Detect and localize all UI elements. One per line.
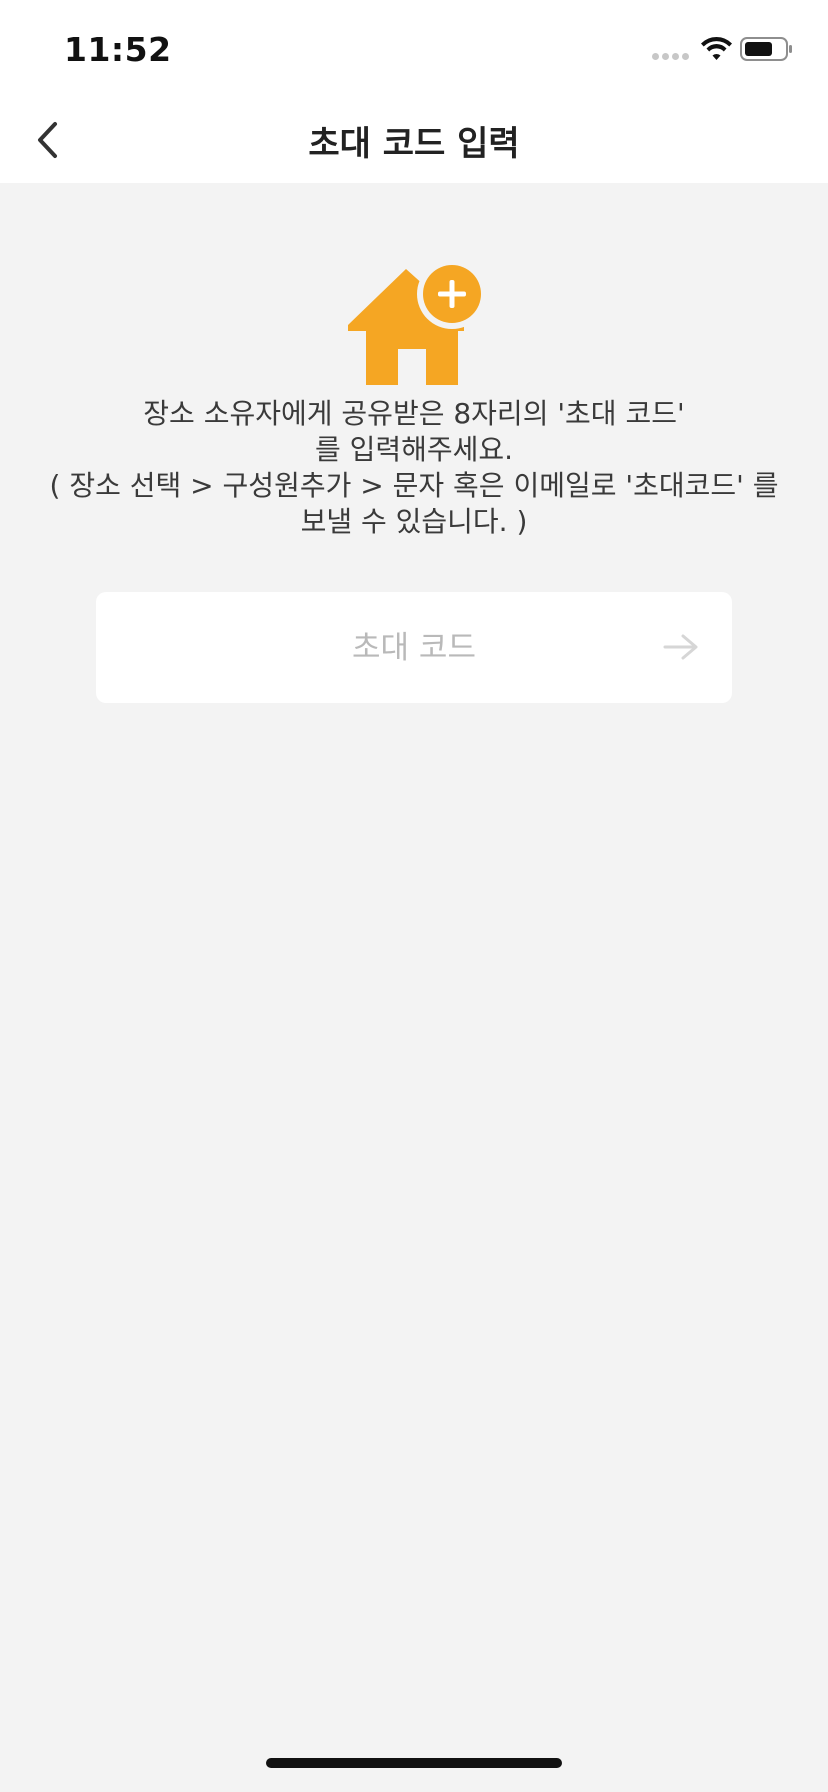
invite-description: 장소 소유자에게 공유받은 8자리의 '초대 코드' 를 입력해주세요. ( 장… [30, 396, 798, 540]
status-time: 11:52 [64, 30, 172, 69]
submit-button[interactable] [656, 622, 706, 672]
description-line: 보낼 수 있습니다. ) [300, 505, 528, 538]
home-indicator [266, 1758, 562, 1768]
page-title: 초대 코드 입력 [308, 124, 520, 164]
wifi-icon [701, 37, 732, 60]
signal-dots-icon [652, 53, 689, 60]
invite-code-input[interactable] [156, 592, 672, 703]
navigation-bar: 초대 코드 입력 [0, 96, 828, 183]
description-line: 장소 소유자에게 공유받은 8자리의 '초대 코드' [143, 397, 685, 430]
house-plus-icon [348, 261, 484, 385]
battery-icon [740, 37, 792, 61]
top-area: 11:52 초대 코드 입력 [0, 0, 828, 183]
status-bar: 11:52 [0, 0, 828, 96]
invite-code-field [96, 592, 732, 703]
description-line: 를 입력해주세요. [314, 433, 514, 466]
arrow-right-icon [663, 634, 698, 660]
description-line: ( 장소 선택 > 구성원추가 > 문자 혹은 이메일로 '초대코드' 를 [49, 469, 779, 502]
